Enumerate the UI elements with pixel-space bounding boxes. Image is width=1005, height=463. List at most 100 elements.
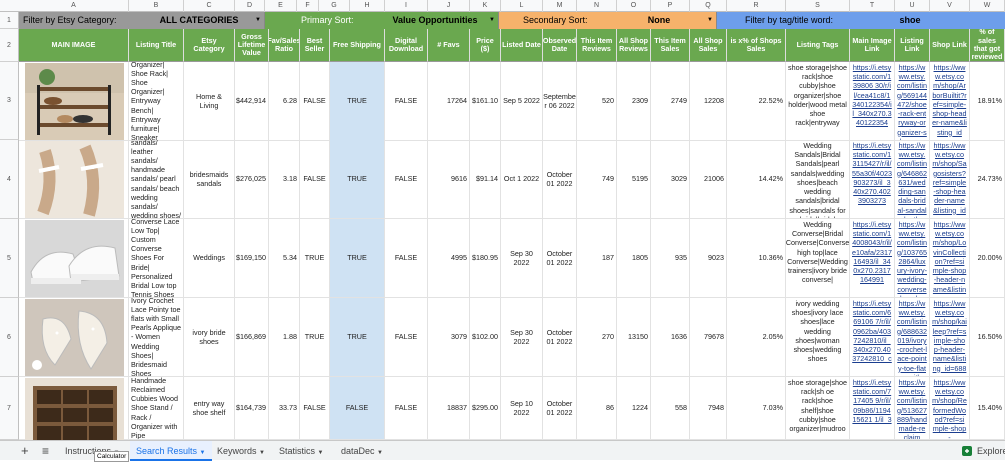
- header-pct-of-shop-sales[interactable]: is x% of Shops Sales: [727, 29, 786, 62]
- shop-link-cell[interactable]: https://www.etsy.com/shop/LovinCollectio…: [930, 219, 970, 298]
- header-gross-lifetime-value[interactable]: Gross Lifetime Value: [235, 29, 269, 62]
- column-letter[interactable]: H: [350, 0, 385, 12]
- column-letter[interactable]: B: [129, 0, 184, 12]
- header-digital-download[interactable]: Digital Download: [385, 29, 428, 62]
- row-number[interactable]: 1: [0, 12, 19, 29]
- link-text[interactable]: https://i.etsystatic.com/13115427/r/il/5…: [852, 141, 892, 206]
- header-this-item-sales[interactable]: This Item Sales: [651, 29, 690, 62]
- link-text[interactable]: https://www.etsy.com/shop/ArborBuiltit?r…: [932, 63, 967, 137]
- link-text[interactable]: https://i.etsystatic.com/14008043/r/il/e…: [852, 220, 892, 285]
- column-letter[interactable]: R: [727, 0, 786, 12]
- listing-link-cell[interactable]: https://www.etsy.com/listing/688632019/i…: [895, 298, 930, 377]
- column-letter[interactable]: Q: [690, 0, 727, 12]
- column-letter[interactable]: M: [543, 0, 577, 12]
- header-listing-link[interactable]: Listing Link: [895, 29, 930, 62]
- shop-link-cell[interactable]: https://www.etsy.com/shop/Sagosisters?re…: [930, 140, 970, 219]
- link-text[interactable]: https://www.etsy.com/shop/kaileep?ref=si…: [932, 299, 967, 373]
- column-letter[interactable]: J: [428, 0, 470, 12]
- column-letter[interactable]: F: [297, 0, 319, 12]
- link-text[interactable]: https://www.etsy.com/listing/569144472/s…: [897, 63, 927, 140]
- shop-link-cell[interactable]: https://www.etsy.com/shop/ReformedWood?r…: [930, 377, 970, 440]
- column-letter[interactable]: I: [385, 0, 428, 12]
- header-this-item-reviews[interactable]: This Item Reviews: [577, 29, 617, 62]
- column-letter[interactable]: A: [19, 0, 129, 12]
- row-number[interactable]: 6: [0, 298, 19, 377]
- column-letter[interactable]: S: [786, 0, 850, 12]
- link-text[interactable]: https://i.etsystatic.com/669106 7/r/il/0…: [852, 299, 892, 364]
- row-number[interactable]: 7: [0, 377, 19, 440]
- header-shop-link[interactable]: Shop Link: [930, 29, 970, 62]
- column-letter[interactable]: P: [651, 0, 690, 12]
- tab-keywords[interactable]: Keywords ▼: [217, 441, 265, 461]
- column-letter[interactable]: E: [265, 0, 297, 12]
- primary-sort-value[interactable]: Value Opportunities: [385, 12, 485, 29]
- image-link-cell[interactable]: https://i.etsystatic.com/669106 7/r/il/0…: [850, 298, 895, 377]
- add-sheet-button[interactable]: +: [21, 441, 29, 461]
- column-letter[interactable]: W: [970, 0, 1005, 12]
- category-filter-value[interactable]: ALL CATEGORIES: [144, 12, 254, 29]
- primary-sort[interactable]: Primary Sort: Value Opportunities ▼: [265, 12, 499, 29]
- image-link-cell[interactable]: https://i.etsystatic.com/139806 30/r/il/…: [850, 62, 895, 141]
- all-sheets-menu-button[interactable]: ≡: [42, 441, 49, 461]
- link-text[interactable]: https://www.etsy.com/shop/ReformedWood?r…: [932, 378, 967, 439]
- listing-link-cell[interactable]: https://www.etsy.com/listing/569144472/s…: [895, 62, 930, 141]
- link-text[interactable]: https://www.etsy.com/listing/646862631/w…: [897, 141, 927, 218]
- header-listed-date[interactable]: Listed Date: [501, 29, 543, 62]
- explore-button[interactable]: Explore: [977, 441, 1005, 461]
- listing-link-cell[interactable]: https://www.etsy.com/listing/513627889/h…: [895, 377, 930, 440]
- column-letter[interactable]: C: [184, 0, 235, 12]
- header-best-seller[interactable]: Best Seller: [300, 29, 330, 62]
- header-free-shipping[interactable]: Free Shipping: [330, 29, 385, 62]
- link-text[interactable]: https://i.etsystatic.com/139806 30/r/il/…: [852, 63, 892, 128]
- secondary-sort[interactable]: Secondary Sort: None ▼: [499, 12, 717, 29]
- link-text[interactable]: https://www.etsy.com/shop/Sagosisters?re…: [932, 141, 967, 215]
- tag-filter[interactable]: Filter by tag/title word: shoe: [717, 12, 1005, 29]
- tab-datadec[interactable]: dataDec ▼: [341, 441, 383, 461]
- tab-search-results[interactable]: Search Results ▼: [130, 441, 212, 461]
- header-main-image-link[interactable]: Main Image Link: [850, 29, 895, 62]
- header-fav-sales-ratio[interactable]: Fav/Sales Ratio: [269, 29, 300, 62]
- column-letter[interactable]: L: [501, 0, 543, 12]
- header-all-shop-sales[interactable]: All Shop Sales: [690, 29, 727, 62]
- column-letter[interactable]: N: [577, 0, 617, 12]
- listing-link-cell[interactable]: https://www.etsy.com/listing/646862631/w…: [895, 140, 930, 219]
- row-number[interactable]: 2: [0, 29, 19, 62]
- secondary-sort-value[interactable]: None: [619, 12, 699, 29]
- header-all-shop-reviews[interactable]: All Shop Reviews: [617, 29, 651, 62]
- image-link-cell[interactable]: https://i.etsystatic.com/717405 9/r/il/0…: [850, 377, 895, 440]
- link-text[interactable]: https://www.etsy.com/shop/LovinCollectio…: [932, 220, 967, 297]
- header-listing-title[interactable]: Listing Title: [129, 29, 184, 62]
- explore-icon[interactable]: [962, 441, 972, 461]
- chevron-down-icon[interactable]: ▼: [489, 12, 495, 29]
- image-link-cell[interactable]: https://i.etsystatic.com/14008043/r/il/e…: [850, 219, 895, 298]
- column-letter[interactable]: V: [930, 0, 970, 12]
- header-listing-tags[interactable]: Listing Tags: [786, 29, 850, 62]
- header-main-image[interactable]: MAIN IMAGE: [19, 29, 129, 62]
- image-link-cell[interactable]: https://i.etsystatic.com/13115427/r/il/5…: [850, 140, 895, 219]
- column-letter[interactable]: U: [895, 0, 930, 12]
- tab-statistics[interactable]: Statistics ▼: [279, 441, 323, 461]
- link-text[interactable]: https://www.etsy.com/listing/688632019/i…: [897, 299, 927, 376]
- header-price[interactable]: Price ($): [470, 29, 501, 62]
- row-number[interactable]: 5: [0, 219, 19, 298]
- row-number[interactable]: 4: [0, 140, 19, 219]
- column-letter[interactable]: G: [319, 0, 350, 12]
- link-text[interactable]: https://i.etsystatic.com/717405 9/r/il/0…: [852, 378, 892, 424]
- header-etsy-category[interactable]: Etsy Category: [184, 29, 235, 62]
- chevron-down-icon[interactable]: ▼: [707, 12, 713, 29]
- chevron-down-icon[interactable]: ▼: [255, 12, 261, 29]
- column-letter[interactable]: K: [470, 0, 501, 12]
- header-observed-date[interactable]: Observed Date: [543, 29, 577, 62]
- shop-link-cell[interactable]: https://www.etsy.com/shop/kaileep?ref=si…: [930, 298, 970, 377]
- tag-filter-value[interactable]: shoe: [867, 12, 953, 29]
- column-letter[interactable]: O: [617, 0, 651, 12]
- header-pct-reviewed[interactable]: % of sales that got reviewed: [970, 29, 1005, 62]
- row-number[interactable]: 3: [0, 62, 19, 140]
- link-text[interactable]: https://www.etsy.com/listing/1037652864/…: [897, 220, 927, 297]
- category-filter[interactable]: Filter by Etsy Category: ALL CATEGORIES …: [19, 12, 265, 29]
- link-text[interactable]: https://www.etsy.com/listing/513627889/h…: [897, 378, 927, 439]
- column-letter[interactable]: T: [850, 0, 895, 12]
- listing-link-cell[interactable]: https://www.etsy.com/listing/1037652864/…: [895, 219, 930, 298]
- header-favs[interactable]: # Favs: [428, 29, 470, 62]
- column-letter[interactable]: D: [235, 0, 265, 12]
